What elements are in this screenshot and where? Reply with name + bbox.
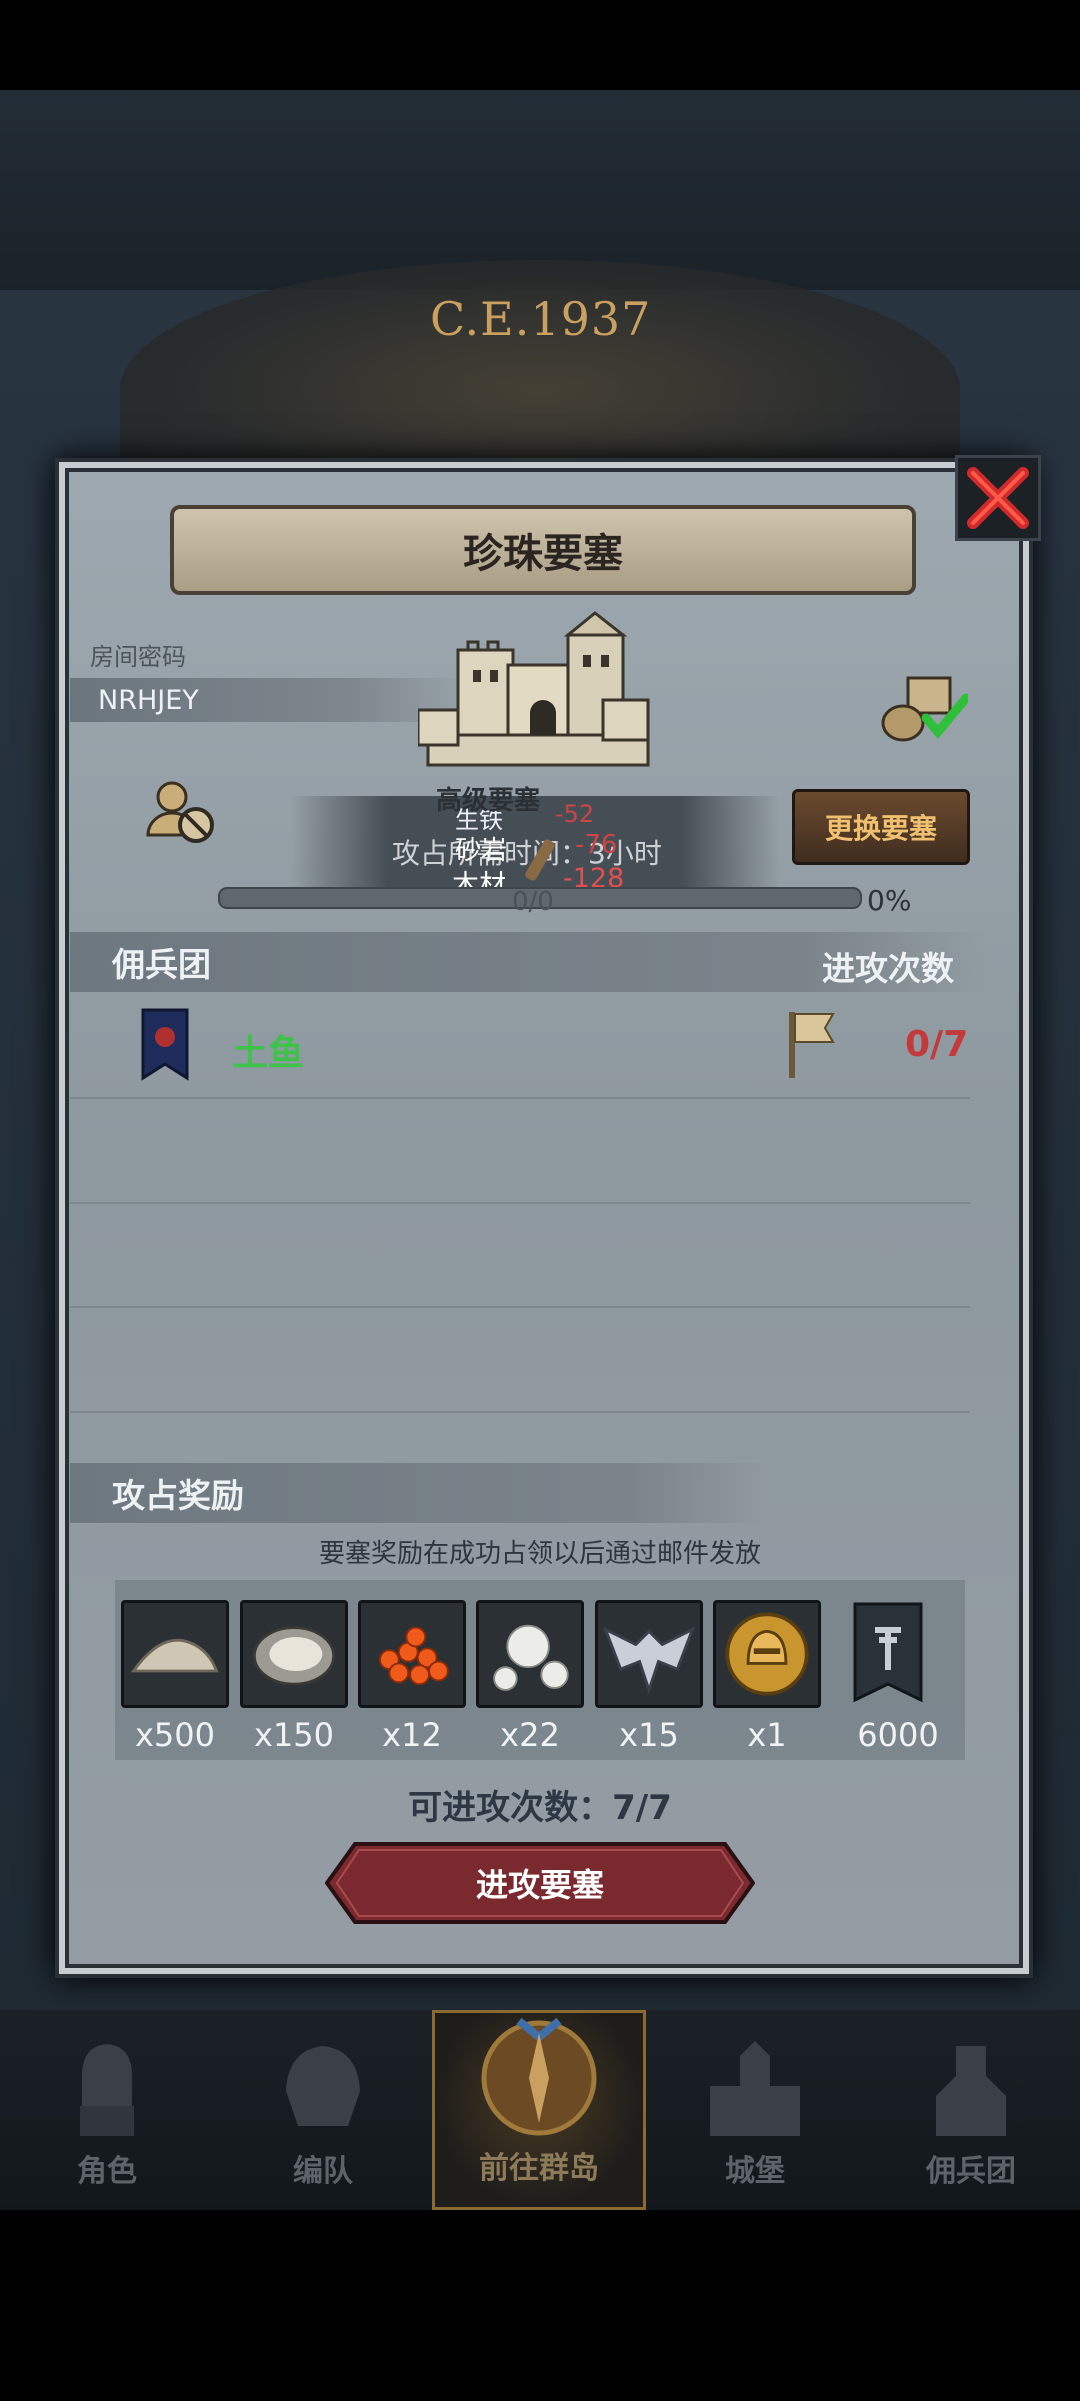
oyster-icon (252, 1626, 336, 1686)
progress-count: 0/0 (512, 887, 554, 917)
nav-item-islands[interactable]: 前往群岛 (432, 2010, 646, 2210)
attack-flag-icon (789, 1012, 835, 1078)
reward-count: x150 (253, 1716, 334, 1754)
winged-emblem-icon (602, 1626, 696, 1695)
compass-icon (481, 2017, 597, 2136)
reward-item[interactable] (121, 1600, 229, 1708)
attack-fortress-button[interactable]: 进攻要塞 (324, 1842, 756, 1924)
no-user-icon (146, 781, 214, 843)
mercenary-banner-icon (141, 1008, 189, 1081)
bottom-bezel (0, 2210, 1080, 2401)
nav-item-castle[interactable]: 城堡 (648, 2010, 862, 2210)
nav-label: 角色 (77, 2154, 137, 2189)
reward-count: x12 (382, 1716, 442, 1754)
resource-bag-check-icon (881, 676, 968, 742)
status-bar (0, 0, 1080, 90)
reward-count: x15 (619, 1716, 679, 1754)
mercenary-section-title: 佣兵团 (112, 945, 211, 984)
reward-count: x22 (500, 1716, 560, 1754)
row-divider (70, 1097, 970, 1099)
room-code-field[interactable]: NRHJEY (70, 678, 470, 722)
banner-points-icon (853, 1602, 923, 1703)
wood-log-icon (525, 839, 555, 881)
nav-item-mercenary[interactable]: 佣兵团 (864, 2010, 1078, 2210)
castle-icon (710, 2041, 800, 2136)
swap-fortress-label: 更换要塞 (824, 812, 937, 845)
fish-roe-icon (378, 1626, 449, 1686)
close-button[interactable] (955, 455, 1041, 541)
iron-value: -52 (555, 800, 595, 828)
reward-count: x1 (747, 1716, 787, 1754)
rewards-section-header: 攻占奖励 (70, 1463, 770, 1523)
swap-fortress-button[interactable]: 更换要塞 (792, 789, 970, 865)
era-label: C.E.1937 (430, 292, 652, 346)
row-divider (70, 1411, 970, 1413)
room-code-value: NRHJEY (98, 684, 199, 716)
nav-label: 编队 (293, 2154, 353, 2189)
dialog-title-bar: 珍珠要塞 (170, 505, 916, 595)
fortress-castle-image (418, 611, 650, 767)
reward-item[interactable] (358, 1600, 466, 1708)
reward-item[interactable] (476, 1600, 584, 1708)
mercenary-icon (936, 2046, 1006, 2136)
helmet-squad-icon (286, 2046, 360, 2126)
nav-label: 前往群岛 (479, 2151, 599, 2186)
room-code-label: 房间密码 (90, 643, 186, 671)
mercenary-attacks: 0/7 (905, 1024, 969, 1065)
reward-item[interactable] (845, 1600, 931, 1708)
nav-item-character[interactable]: 角色 (0, 2010, 214, 2210)
nav-label: 佣兵团 (926, 2154, 1016, 2189)
pearl-icon (493, 1624, 569, 1691)
fortress-type: 高级要塞 (436, 786, 541, 816)
dialog-title: 珍珠要塞 (463, 531, 623, 577)
nav-item-formation[interactable]: 编队 (216, 2010, 430, 2210)
mercenary-name[interactable]: 土鱼 (232, 1024, 304, 1076)
reward-item[interactable] (713, 1600, 821, 1708)
reward-item[interactable] (595, 1600, 703, 1708)
attack-attempts-text: 可进攻次数：7/7 (408, 1788, 672, 1828)
reward-item[interactable] (240, 1600, 348, 1708)
sandstone-label: 砂岩 (455, 836, 508, 866)
rewards-section-title: 攻占奖励 (112, 1476, 244, 1515)
attacks-header: 进攻次数 (822, 949, 954, 988)
knight-icon (80, 2044, 134, 2136)
nav-label: 城堡 (725, 2154, 785, 2189)
sand-pile-icon (130, 1638, 219, 1673)
golden-helmet-medal-icon (725, 1612, 809, 1696)
reward-count: 6000 (857, 1716, 939, 1754)
rewards-note: 要塞奖励在成功占领以后通过邮件发放 (318, 1539, 761, 1569)
sandstone-value: -76 (575, 830, 618, 860)
reward-count: x500 (134, 1716, 215, 1754)
progress-percent: 0% (867, 884, 912, 917)
row-divider (70, 1306, 970, 1308)
attack-fortress-label: 进攻要塞 (475, 1866, 604, 1904)
close-icon (967, 467, 1029, 529)
row-divider (70, 1202, 970, 1204)
